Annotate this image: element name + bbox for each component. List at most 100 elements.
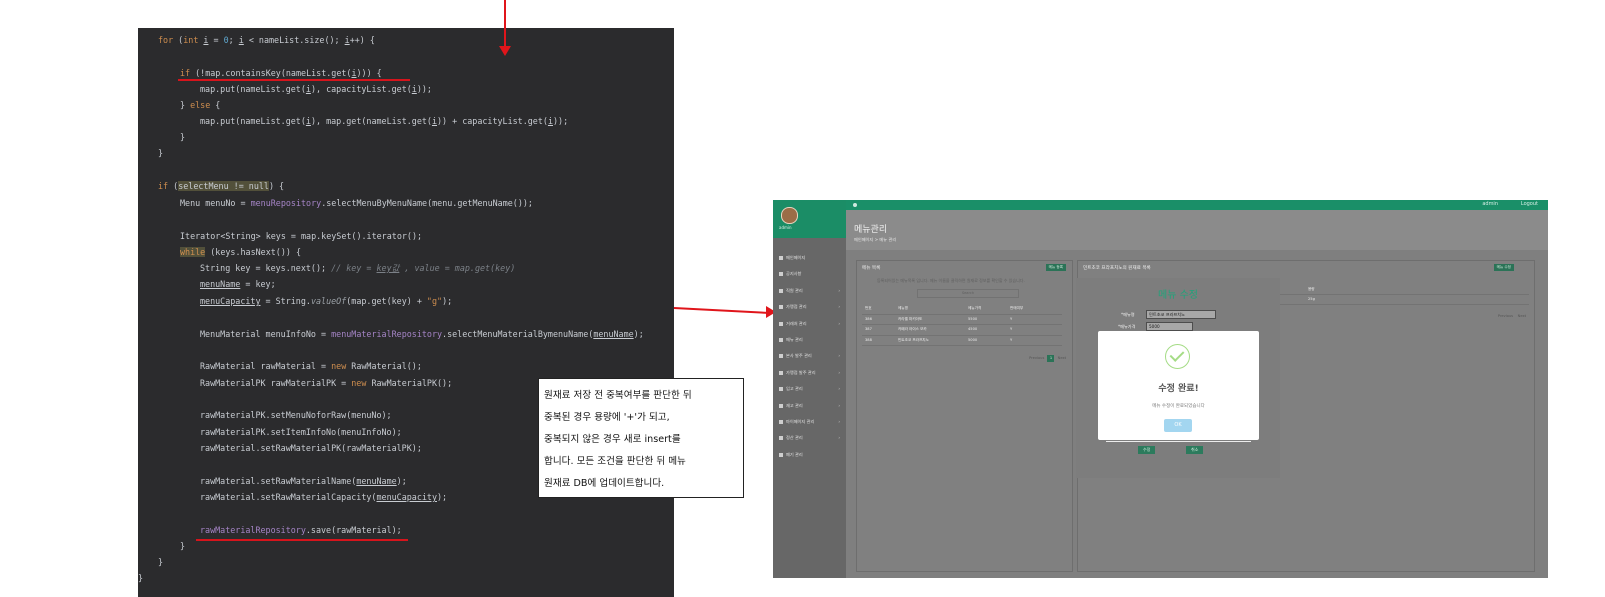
sidebar-item[interactable]: 가맹점 발주 관리 ›	[773, 365, 846, 381]
success-alert: 수정 완료! 메뉴 수정이 완료되었습니다 OK	[1098, 331, 1259, 440]
cell-capacity: 25g	[1308, 297, 1315, 301]
sidebar-item[interactable]: 본사 발주 관리 ›	[773, 348, 846, 364]
cell-on-sale: Y	[1010, 337, 1013, 342]
code-token: ))) {	[356, 68, 382, 78]
code-token: map.put(nameList.get(	[200, 84, 306, 94]
divider	[1106, 441, 1251, 442]
pagination: Previous 1 Next	[1029, 355, 1066, 362]
breadcrumb: 메인페이지 > 메뉴 관리	[854, 237, 897, 242]
code-token: ;	[228, 35, 239, 45]
table-row[interactable]: 387 카페라 아이스 모카 4500 Y	[862, 325, 1062, 336]
sidebar-item-label: 폐기 관리	[786, 451, 803, 457]
cell-number: 387	[865, 327, 872, 331]
code-token: .save(rawMaterial);	[305, 525, 402, 535]
pagination-previous[interactable]: Previous	[1029, 356, 1044, 360]
sidebar-item[interactable]: 가맹점 관리 ›	[773, 299, 846, 315]
menu-item-icon	[779, 370, 783, 375]
menu-toggle-icon[interactable]	[853, 203, 857, 207]
logout-link[interactable]: Logout	[1521, 201, 1538, 207]
code-line: if (!map.containsKey(nameList.get(i))) {	[180, 68, 382, 79]
sidebar-item[interactable]: 폐기 관리	[773, 447, 846, 463]
code-token: new	[331, 361, 347, 371]
code-token: (	[168, 181, 179, 191]
sidebar-item[interactable]: 정산 관리 ›	[773, 430, 846, 446]
code-token: RawMaterialPK();	[366, 378, 453, 388]
code-token: new	[351, 378, 367, 388]
sidebar: admin 메인페이지 공지사항 직원 관리 › 가맹점 관리 › 거래처 관리 › 메뉴 관리…	[773, 200, 846, 578]
table-row[interactable]: 386 카라멜 마키아또 5500 Y	[862, 315, 1062, 325]
cancel-button[interactable]: 취소	[1186, 446, 1204, 454]
note-line: 원재료 저장 전 중복여부를 판단한 뒤	[544, 390, 692, 401]
pagination-previous[interactable]: Previous	[1498, 314, 1513, 318]
ok-button[interactable]: OK	[1164, 419, 1192, 432]
page-header: 메뉴관리 메인페이지 > 메뉴 관리	[846, 210, 1548, 250]
code-token: }	[158, 557, 164, 567]
chevron-right-icon: ›	[838, 369, 840, 375]
code-token: while	[180, 247, 206, 257]
sidebar-item-label: 마이페이지 관리	[786, 418, 815, 424]
sidebar-item[interactable]: 공지사항	[773, 266, 846, 282]
code-token: ));	[552, 116, 569, 126]
sidebar-item[interactable]: 직원 관리 ›	[773, 283, 846, 299]
code-editor: for (int i = 0; i < nameList.size(); i++…	[138, 28, 674, 597]
sidebar-profile: admin	[773, 200, 846, 238]
code-line: rawMaterialPK.setMenuNoforRaw(menuNo);	[200, 410, 392, 421]
code-token: selectMenu != null	[178, 181, 269, 191]
sidebar-item[interactable]: 메뉴 관리	[773, 332, 846, 348]
code-token: .selectMenuByMenuName(menu.getMenuName()…	[321, 198, 533, 208]
sidebar-menu: 메인페이지 공지사항 직원 관리 › 가맹점 관리 › 거래처 관리 › 메뉴 관리 본사 발주 …	[773, 250, 846, 463]
menu-list-card: 메뉴 목록 메뉴 등록 등록되어있는 메뉴목록 입니다. 메뉴 이름을 클릭하면…	[856, 260, 1073, 572]
table-row[interactable]: 388 민트초코 프라프치노 5000 Y	[862, 336, 1062, 346]
code-token: (keys.hasNext()) {	[205, 247, 302, 257]
sidebar-item[interactable]: 입고 관리 ›	[773, 381, 846, 397]
sidebar-item[interactable]: 재고 관리 ›	[773, 398, 846, 414]
menu-list-description: 등록되어있는 메뉴목록 입니다. 메뉴 이름을 클릭하면 원재료 정보를 확인할…	[877, 278, 1025, 283]
pagination-next[interactable]: Next	[1058, 356, 1066, 360]
menu-item-icon	[779, 256, 783, 260]
add-menu-button[interactable]: 메뉴 등록	[1045, 264, 1066, 271]
code-line: }	[180, 132, 185, 143]
cell-menu-name[interactable]: 민트초코 프라프치노	[898, 338, 929, 343]
cell-menu-name[interactable]: 카라멜 마키아또	[898, 317, 922, 322]
menu-price-label: *메뉴가격	[1118, 324, 1136, 329]
sidebar-item-label: 거래처 관리	[786, 320, 807, 326]
sidebar-item[interactable]: 거래처 관리 ›	[773, 316, 846, 332]
code-token: map.put(nameList.get(	[200, 116, 306, 126]
page-title: 메뉴관리	[854, 225, 888, 235]
code-token: rawMaterial.setRawMaterialName(	[200, 476, 357, 486]
code-token: // key =	[331, 263, 377, 273]
code-token: rawMaterial.setRawMaterialCapacity(	[200, 492, 377, 502]
code-line: rawMaterialRepository.save(rawMaterial);	[200, 525, 402, 536]
pagination-page[interactable]: 1	[1047, 355, 1055, 362]
edit-menu-button[interactable]: 메뉴 수정	[1493, 264, 1514, 271]
code-token: rawMaterial.setRawMaterialPK(rawMaterial…	[200, 443, 422, 453]
cell-menu-name[interactable]: 카페라 아이스 모카	[898, 327, 927, 332]
code-token: Iterator<String> keys = map.keySet().ite…	[180, 231, 423, 241]
menu-item-icon	[779, 272, 783, 277]
arrow-down-line	[504, 0, 506, 48]
sidebar-item-label: 본사 발주 관리	[786, 353, 812, 359]
code-token: );	[442, 296, 453, 306]
menu-price-input[interactable]: 5000	[1146, 322, 1193, 331]
code-token: RawMaterial rawMaterial =	[200, 361, 332, 371]
code-token: );	[396, 476, 407, 486]
menu-name-input[interactable]: 민트초코 프라프치노	[1146, 310, 1216, 319]
code-token: key값	[376, 263, 400, 273]
code-line: menuCapacity = String.valueOf(map.get(ke…	[200, 296, 452, 307]
pagination-next[interactable]: Next	[1518, 314, 1526, 318]
note-line: 합니다. 모든 조건을 판단한 뒤 메뉴	[544, 456, 686, 467]
chevron-right-icon: ›	[838, 435, 840, 441]
sidebar-item[interactable]: 마이페이지 관리 ›	[773, 414, 846, 430]
sidebar-item[interactable]: 메인페이지	[773, 250, 846, 266]
sidebar-item-label: 입고 관리	[786, 386, 803, 392]
search-input[interactable]: Search	[917, 289, 1019, 298]
code-line: }	[138, 573, 143, 584]
code-line: while (keys.hasNext()) {	[180, 247, 301, 258]
code-token: );	[437, 492, 448, 502]
code-line: rawMaterialPK.setItemInfoNo(menuInfoNo);	[200, 427, 402, 438]
avatar	[781, 207, 798, 224]
menu-item-icon	[779, 337, 783, 342]
column-header: 용량	[1308, 287, 1315, 291]
save-button[interactable]: 수정	[1138, 446, 1156, 454]
code-token: rawMaterialPK.setMenuNoforRaw(menuNo);	[200, 410, 392, 420]
